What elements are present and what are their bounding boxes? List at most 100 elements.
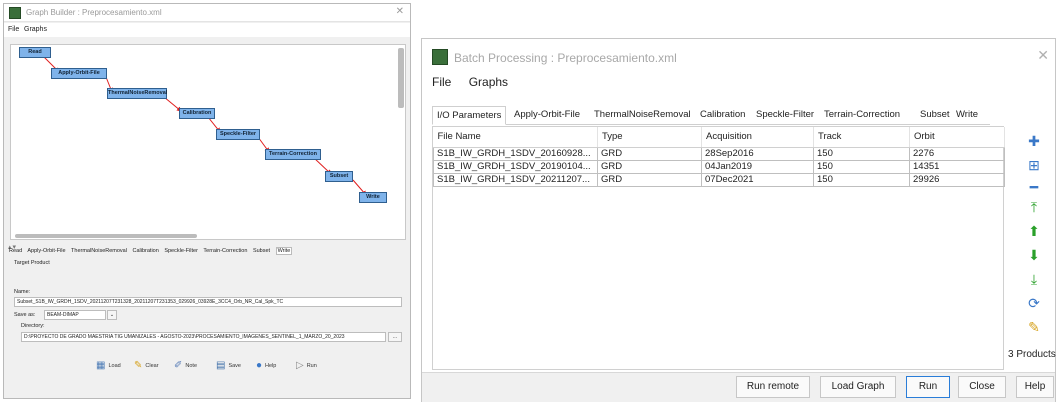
- graph-builder-titlebar: Graph Builder : Preprocesamiento.xml ✕: [4, 4, 410, 22]
- save-as-select[interactable]: BEAM-DIMAP: [44, 310, 106, 320]
- cell-orbit: 29926: [909, 172, 1005, 187]
- add-icon[interactable]: ✚: [1026, 133, 1042, 149]
- save-icon: ▤: [216, 360, 226, 371]
- node-apply-orbit-file[interactable]: Apply-Orbit-File: [51, 68, 107, 79]
- cell-track: 150: [813, 159, 910, 174]
- tab-speckle-filter[interactable]: Speckle-Filter: [752, 106, 818, 125]
- node-calibration[interactable]: Calibration: [179, 108, 215, 119]
- move-bottom-icon[interactable]: ⤓: [1026, 271, 1042, 287]
- batch-footer: Run remote Load Graph Run Close Help: [422, 372, 1055, 402]
- help-icon: ●: [256, 360, 263, 371]
- tab-write[interactable]: Write: [275, 247, 293, 255]
- products-table: File Name Type Acquisition Track Orbit S…: [433, 127, 1005, 187]
- batch-menubar: File Graphs: [432, 75, 522, 89]
- table-header: File Name Type Acquisition Track Orbit: [433, 127, 1005, 148]
- node-terrain-correction[interactable]: Terrain-Correction: [265, 149, 321, 160]
- tab-apply-orbit-file[interactable]: Apply-Orbit-File: [510, 106, 584, 125]
- move-up-icon[interactable]: ⬆: [1026, 223, 1042, 239]
- graph-builder-tabs: Read Apply-Orbit-File ThermalNoiseRemova…: [9, 247, 409, 260]
- move-top-icon[interactable]: ⤒: [1026, 199, 1042, 215]
- horizontal-scrollbar[interactable]: [15, 234, 197, 238]
- cell-acquisition: 07Dec2021: [701, 172, 814, 187]
- remove-icon[interactable]: ━: [1026, 179, 1042, 195]
- note-icon: ✐: [174, 360, 183, 371]
- table-row[interactable]: S1B_IW_GRDH_1SDV_20190104... GRD 04Jan20…: [433, 159, 1005, 174]
- cell-type: GRD: [597, 172, 702, 187]
- cell-track: 150: [813, 172, 910, 187]
- menu-graphs[interactable]: Graphs: [469, 75, 508, 89]
- node-read[interactable]: Read: [19, 47, 51, 58]
- cell-type: GRD: [597, 146, 702, 161]
- tab-io-parameters[interactable]: I/O Parameters: [432, 106, 507, 125]
- move-down-icon[interactable]: ⬇: [1026, 247, 1042, 263]
- help-label: Help: [265, 363, 277, 369]
- tab-write[interactable]: Write: [952, 106, 982, 125]
- cell-acquisition: 04Jan2019: [701, 159, 814, 174]
- load-label: Load: [108, 363, 121, 369]
- node-write[interactable]: Write: [359, 192, 387, 203]
- load-button[interactable]: ▦ Load: [96, 357, 121, 375]
- column-track[interactable]: Track: [813, 127, 910, 148]
- tab-speckle-filter[interactable]: Speckle-Filter: [164, 248, 198, 254]
- batch-processing-window: Batch Processing : Preprocesamiento.xml …: [421, 38, 1056, 402]
- column-file-name[interactable]: File Name: [433, 127, 598, 148]
- note-button[interactable]: ✐ Note: [174, 357, 197, 375]
- column-orbit[interactable]: Orbit: [909, 127, 1005, 148]
- clear-button[interactable]: ✎ Clear: [134, 357, 159, 375]
- directory-field[interactable]: D:\PROYECTO DE GRADO MAESTRIA TIG UMANIZ…: [21, 332, 386, 342]
- table-row[interactable]: S1B_IW_GRDH_1SDV_20160928... GRD 28Sep20…: [433, 146, 1005, 161]
- refresh-icon[interactable]: ⟳: [1026, 295, 1042, 311]
- chevron-down-icon[interactable]: ⌄: [107, 310, 117, 320]
- save-button[interactable]: ▤ Save: [216, 357, 241, 375]
- browse-button[interactable]: ...: [388, 332, 402, 342]
- column-acquisition[interactable]: Acquisition: [701, 127, 814, 148]
- vertical-scrollbar[interactable]: [398, 48, 404, 108]
- graph-canvas[interactable]: Read Apply-Orbit-File ThermalNoiseRemova…: [10, 44, 406, 240]
- broom-icon: ✎: [134, 360, 143, 371]
- directory-label: Directory:: [21, 323, 45, 329]
- snap-app-icon: [432, 49, 448, 65]
- cell-file-name: S1B_IW_GRDH_1SDV_20211207...: [433, 172, 598, 187]
- add-opened-icon[interactable]: ⊞: [1026, 157, 1042, 173]
- play-icon: ▷: [296, 360, 304, 371]
- graph-builder-buttons: ▦ Load ✎ Clear ✐ Note ▤ Save ● Help ▷ Run: [96, 357, 336, 375]
- tab-terrain-correction[interactable]: Terrain-Correction: [203, 248, 247, 254]
- tab-calibration[interactable]: Calibration: [696, 106, 749, 125]
- menu-file[interactable]: File: [432, 75, 451, 89]
- tab-apply-orbit-file[interactable]: Apply-Orbit-File: [27, 248, 65, 254]
- tab-subset[interactable]: Subset: [916, 106, 954, 125]
- run-remote-button[interactable]: Run remote: [736, 376, 810, 398]
- run-label: Run: [306, 363, 317, 369]
- table-row[interactable]: S1B_IW_GRDH_1SDV_20211207... GRD 07Dec20…: [433, 172, 1005, 187]
- graph-builder-window: Graph Builder : Preprocesamiento.xml ✕ F…: [3, 3, 411, 399]
- node-speckle-filter[interactable]: Speckle-Filter: [216, 129, 260, 140]
- tab-subset[interactable]: Subset: [253, 248, 270, 254]
- products-table-area[interactable]: File Name Type Acquisition Track Orbit S…: [432, 126, 1005, 370]
- run-button[interactable]: Run: [906, 376, 950, 398]
- load-graph-button[interactable]: Load Graph: [820, 376, 896, 398]
- batch-tabs: I/O Parameters Apply-Orbit-File ThermalN…: [432, 106, 990, 125]
- cell-orbit: 14351: [909, 159, 1005, 174]
- tab-thermal-noise-removal[interactable]: ThermalNoiseRemoval: [71, 248, 127, 254]
- help-button[interactable]: ● Help: [256, 357, 276, 375]
- close-icon[interactable]: ✕: [396, 6, 404, 17]
- tab-calibration[interactable]: Calibration: [133, 248, 159, 254]
- menu-graphs[interactable]: Graphs: [24, 26, 47, 33]
- clear-icon[interactable]: ✎: [1026, 319, 1042, 335]
- batch-processing-title: Batch Processing : Preprocesamiento.xml: [454, 51, 677, 65]
- column-type[interactable]: Type: [597, 127, 702, 148]
- target-name-field[interactable]: Subset_S1B_IW_GRDH_1SDV_20211207T231328_…: [14, 297, 402, 307]
- close-button[interactable]: Close: [958, 376, 1006, 398]
- close-icon[interactable]: ✕: [1037, 47, 1049, 64]
- menu-file[interactable]: File: [8, 26, 19, 33]
- tab-read[interactable]: Read: [9, 248, 22, 254]
- tab-terrain-correction[interactable]: Terrain-Correction: [820, 106, 904, 125]
- save-as-label: Save as:: [14, 312, 36, 318]
- cell-orbit: 2276: [909, 146, 1005, 161]
- node-thermal-noise-removal[interactable]: ThermalNoiseRemoval: [107, 88, 167, 99]
- help-button[interactable]: Help: [1016, 376, 1054, 398]
- node-subset[interactable]: Subset: [325, 171, 353, 182]
- save-label: Save: [228, 363, 241, 369]
- run-button[interactable]: ▷ Run: [296, 357, 317, 375]
- tab-thermal-noise-removal[interactable]: ThermalNoiseRemoval: [590, 106, 695, 125]
